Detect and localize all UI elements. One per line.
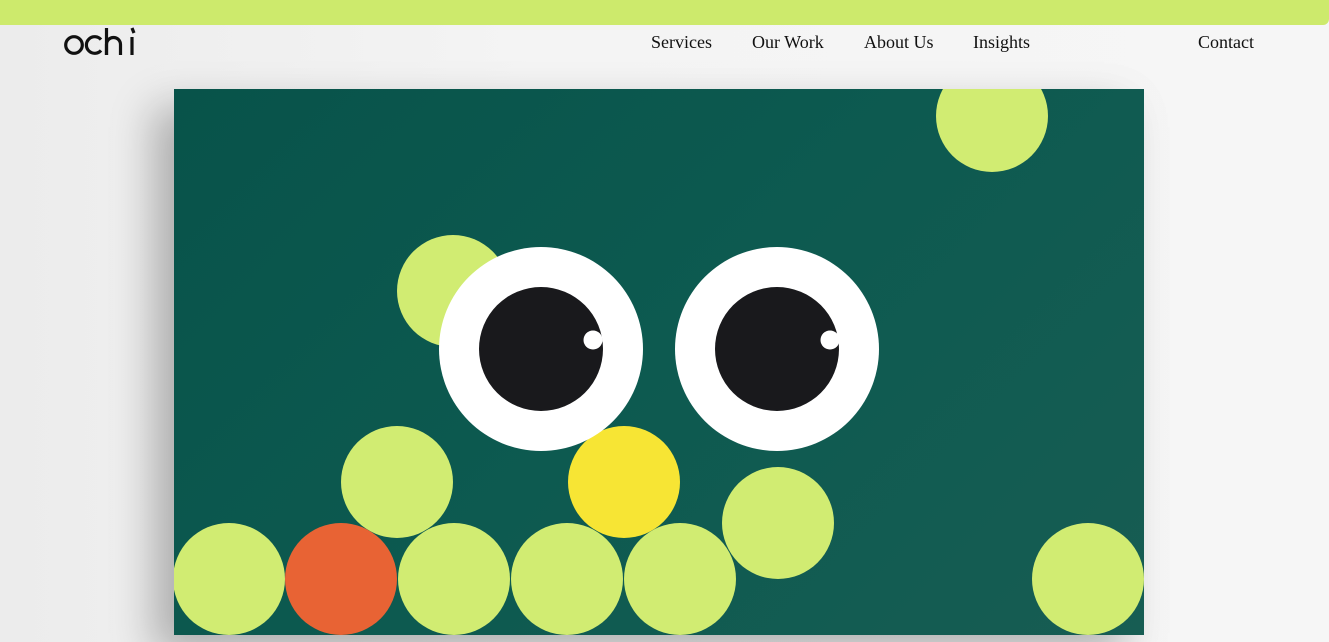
nav-link-services[interactable]: Services bbox=[651, 32, 712, 53]
ball bbox=[341, 426, 453, 538]
ball bbox=[722, 467, 834, 579]
ball bbox=[174, 523, 285, 635]
right-eye[interactable] bbox=[675, 247, 879, 451]
ochi-logo[interactable]: ochi bbox=[64, 25, 144, 61]
nav-link-about-us[interactable]: About Us bbox=[864, 32, 934, 53]
nav-link-our-work[interactable]: Our Work bbox=[752, 32, 824, 53]
hero-illustration bbox=[174, 89, 1144, 635]
ball-yellow bbox=[568, 426, 680, 538]
hero-image bbox=[174, 89, 1144, 635]
nav-link-contact[interactable]: Contact bbox=[1198, 32, 1254, 53]
nav-link-insights[interactable]: Insights bbox=[973, 32, 1030, 53]
top-navbar: ochi Services Our Work About Us Insights… bbox=[0, 25, 1329, 65]
ball bbox=[624, 523, 736, 635]
top-accent-strip bbox=[0, 0, 1329, 25]
ball bbox=[398, 523, 510, 635]
ball bbox=[511, 523, 623, 635]
ball-orange bbox=[285, 523, 397, 635]
left-eye[interactable] bbox=[439, 247, 643, 451]
ball bbox=[1032, 523, 1144, 635]
ball bbox=[936, 89, 1048, 172]
